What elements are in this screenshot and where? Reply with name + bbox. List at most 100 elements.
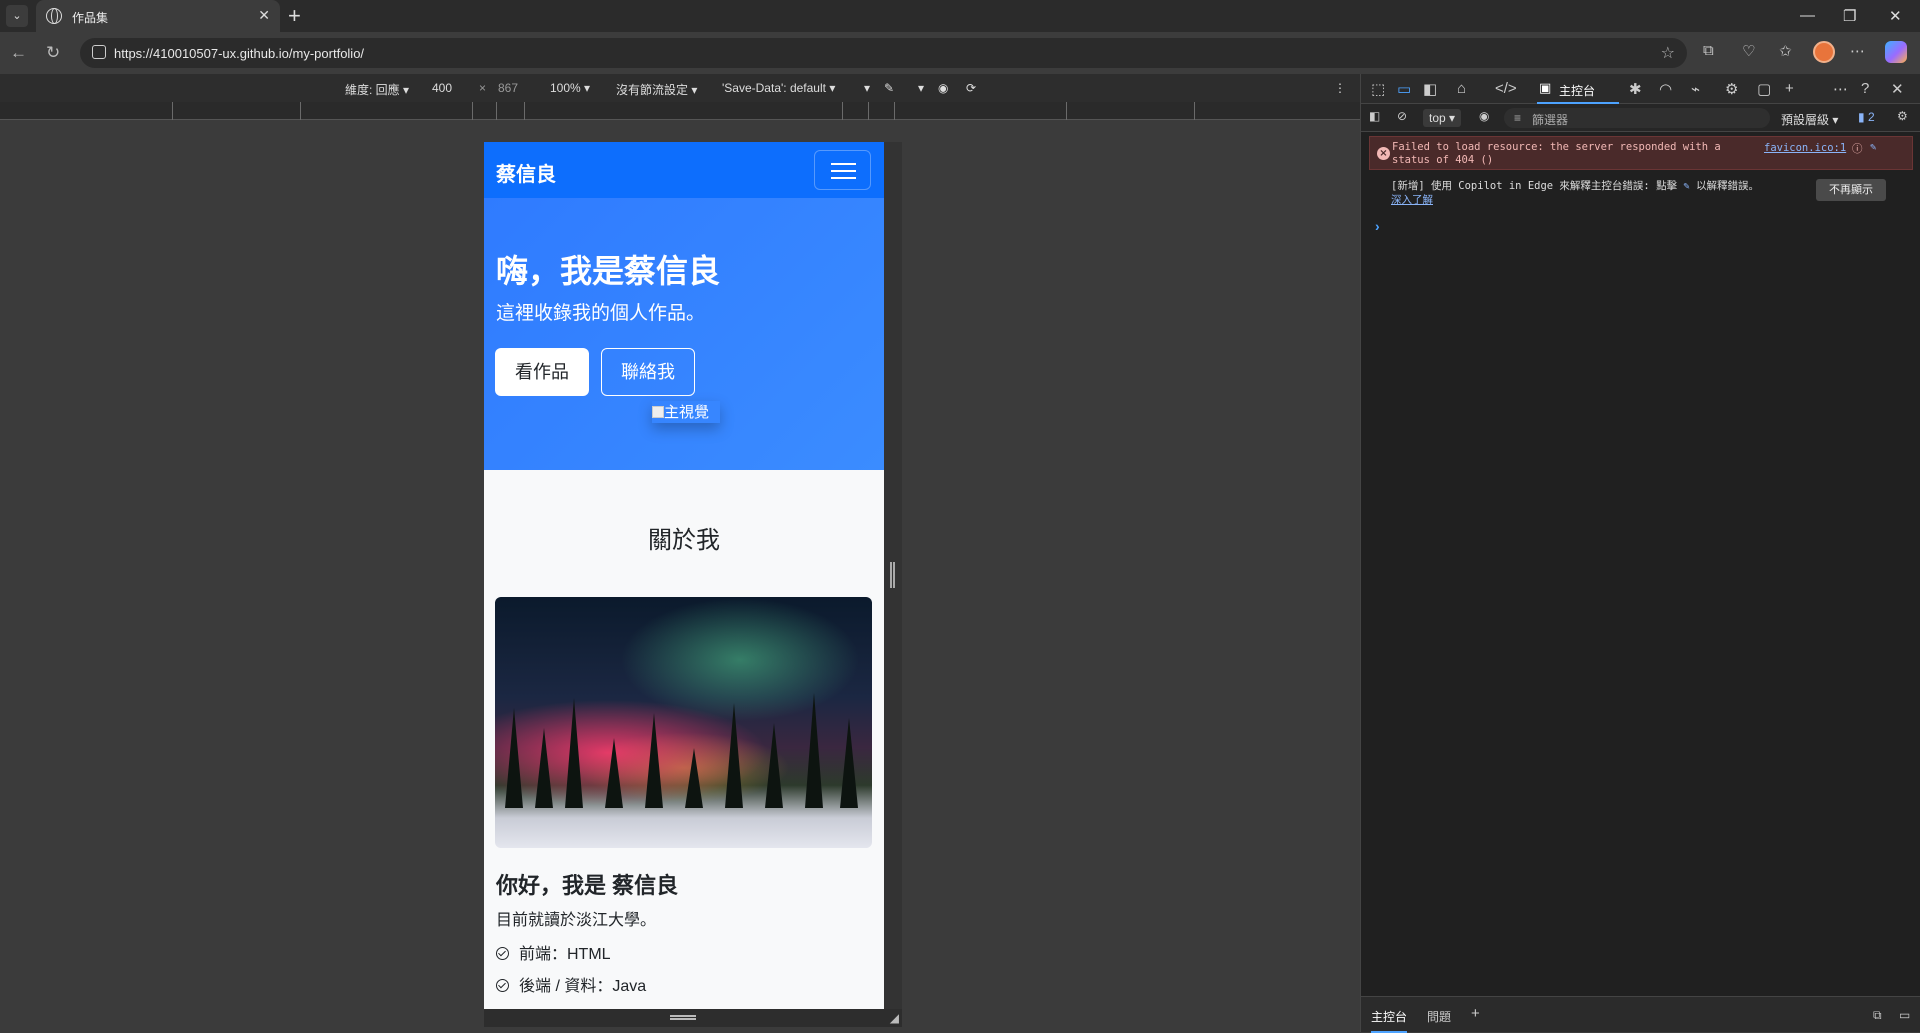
site-navbar: 蔡信良 — [484, 142, 884, 198]
address-bar[interactable]: https://410010507-ux.github.io/my-portfo… — [80, 38, 1687, 68]
zoom-select[interactable]: 100% ▾ — [550, 81, 590, 95]
check-circle-icon — [496, 979, 509, 992]
corner-resize-icon[interactable]: ◢ — [890, 1011, 899, 1025]
application-icon[interactable]: ▢ — [1757, 80, 1771, 98]
drawer-tab-console[interactable]: 主控台 — [1371, 1008, 1408, 1033]
network-wifi-icon[interactable]: ◠ — [1659, 80, 1672, 98]
back-icon[interactable]: ← — [10, 43, 27, 63]
dropdown-icon[interactable]: ▾ — [918, 81, 924, 95]
favorites-icon[interactable]: ✩ — [1779, 42, 1792, 60]
skill-label: 前端：HTML — [519, 946, 611, 963]
elements-icon[interactable]: </> — [1495, 80, 1517, 97]
browser-essentials-icon[interactable]: ♡ — [1742, 42, 1755, 60]
media-query-ruler — [0, 102, 1360, 120]
active-tab[interactable]: 作品集 ✕ — [36, 0, 280, 32]
hero-image-broken: 主視覺 — [652, 401, 720, 423]
refresh-icon[interactable]: ↻ — [46, 43, 60, 63]
devtools-panel: ⬚ ▭ ◧ ⌂ </> ▣ 主控台 ✱ ◠ ⌁ ⚙ ▢ + ⋯ ? ✕ ◧ ⊘ … — [1360, 74, 1920, 1033]
height-input[interactable]: 867 — [498, 81, 518, 95]
extensions-icon[interactable]: ⧉ — [1703, 42, 1714, 59]
sidebar-toggle-icon[interactable]: ◧ — [1369, 109, 1380, 123]
check-circle-icon — [496, 947, 509, 960]
more-menu-icon[interactable]: ⋯ — [1850, 42, 1865, 60]
favorite-star-icon[interactable]: ☆ — [1661, 43, 1675, 63]
copilot-icon[interactable] — [1885, 41, 1907, 63]
dimensions-select[interactable]: 維度: 回應 ▾ — [345, 81, 409, 98]
learn-more-link[interactable]: 深入了解 — [1391, 192, 1433, 207]
copilot-tip-message: [新增] 使用 Copilot in Edge 來解釋主控台錯誤: 點擊 ✎ 以… — [1391, 180, 1760, 192]
device-emulation-icon[interactable]: ▭ — [1397, 80, 1411, 98]
console-error-row: × Failed to load resource: the server re… — [1369, 136, 1913, 170]
eyedropper-icon[interactable]: ✎ — [884, 81, 894, 95]
throttling-select[interactable]: 沒有節流設定 ▾ — [616, 81, 697, 98]
aurora-photo — [495, 597, 872, 848]
performance-icon[interactable]: ⌁ — [1691, 80, 1700, 98]
help-icon[interactable]: ? — [1861, 80, 1869, 97]
new-tab-icon[interactable]: + — [288, 3, 301, 29]
restore-icon[interactable]: ❐ — [1843, 7, 1856, 25]
navbar-toggler-button[interactable] — [814, 150, 871, 190]
resize-grip-icon[interactable] — [670, 1015, 696, 1020]
hero-heading: 嗨，我是蔡信良 — [496, 253, 721, 289]
hero-image-alt: 主視覺 — [664, 404, 710, 421]
drawer-tab-issues[interactable]: 問題 — [1427, 1008, 1451, 1025]
close-tab-icon[interactable]: ✕ — [258, 7, 270, 24]
console-settings-icon[interactable]: ⚙ — [1897, 109, 1908, 123]
address-toolbar: ← ↻ https://410010507-ux.github.io/my-po… — [0, 32, 1920, 74]
tab-console[interactable]: ▣ 主控台 — [1537, 74, 1619, 104]
dont-show-again-button[interactable]: 不再顯示 — [1816, 179, 1886, 201]
welcome-home-icon[interactable]: ⌂ — [1457, 80, 1466, 97]
viewport-bottom-resizer[interactable]: ◢ — [484, 1009, 902, 1027]
contact-button[interactable]: 聯絡我 — [601, 348, 695, 396]
info-icon[interactable]: ⓘ — [1852, 141, 1863, 156]
globe-icon — [46, 8, 62, 24]
devtools-drawer: 主控台 問題 + ⧉ ▭ — [1361, 996, 1920, 1033]
save-data-select[interactable]: 'Save-Data': default ▾ — [722, 81, 835, 95]
close-window-icon[interactable]: ✕ — [1889, 7, 1902, 25]
dock-icon[interactable]: ◧ — [1423, 80, 1437, 98]
error-message: Failed to load resource: the server resp… — [1392, 141, 1721, 166]
devtools-tabbar: ⬚ ▭ ◧ ⌂ </> ▣ 主控台 ✱ ◠ ⌁ ⚙ ▢ + ⋯ ? ✕ — [1361, 74, 1920, 104]
url-text: https://410010507-ux.github.io/my-portfo… — [114, 46, 365, 61]
about-section-title: 關於我 — [648, 527, 720, 554]
drawer-add-icon[interactable]: + — [1471, 1005, 1480, 1022]
hero-section: 嗨，我是蔡信良 這裡收錄我的個人作品。 看作品 聯絡我 主視覺 — [484, 198, 884, 470]
vision-icon[interactable]: ◉ — [938, 81, 948, 95]
customize-more-icon[interactable]: ⋯ — [1833, 80, 1848, 98]
drawer-close-icon[interactable]: ▭ — [1899, 1008, 1910, 1022]
copilot-icon: ✎ — [1683, 180, 1690, 192]
tab-strip: ⌄ 作品集 ✕ + — ❐ ✕ — [0, 0, 1920, 32]
context-select[interactable]: top ▾ — [1423, 109, 1462, 127]
drawer-dock-icon[interactable]: ⧉ — [1873, 1008, 1882, 1023]
width-input[interactable]: 400 — [432, 81, 452, 95]
filter-icon: ≡ — [1514, 111, 1522, 125]
minimize-icon[interactable]: — — [1800, 7, 1815, 24]
tab-actions-menu-button[interactable]: ⌄ — [6, 5, 28, 27]
sources-bug-icon[interactable]: ✱ — [1629, 80, 1642, 98]
inspect-icon[interactable]: ⬚ — [1371, 80, 1385, 98]
site-brand[interactable]: 蔡信良 — [496, 158, 556, 187]
more-tools-plus-icon[interactable]: + — [1785, 80, 1794, 97]
copilot-explain-icon[interactable]: ✎ — [1870, 141, 1876, 153]
console-icon: ▣ — [1539, 80, 1552, 95]
device-more-icon[interactable]: ⋮ — [1334, 81, 1346, 95]
view-works-button[interactable]: 看作品 — [495, 348, 589, 396]
settings-gear-icon[interactable]: ⚙ — [1725, 80, 1738, 98]
about-heading: 你好，我是 蔡信良 — [496, 873, 679, 898]
console-filter-input[interactable]: ≡ 篩選器 — [1504, 108, 1770, 128]
error-source-link[interactable]: favicon.ico:1 — [1764, 142, 1846, 154]
dropdown-icon[interactable]: ▾ — [864, 81, 870, 95]
hamburger-icon — [831, 163, 856, 165]
close-devtools-icon[interactable]: ✕ — [1891, 80, 1904, 98]
live-expression-eye-icon[interactable]: ◉ — [1479, 109, 1489, 123]
clear-console-icon[interactable]: ⊘ — [1397, 109, 1407, 123]
site-info-icon[interactable] — [92, 45, 106, 59]
console-prompt-icon[interactable]: › — [1375, 218, 1380, 234]
resize-handle-icon[interactable] — [890, 562, 895, 588]
log-levels-select[interactable]: 預設層級 ▾ — [1781, 111, 1838, 128]
issues-counter[interactable]: ▮ 2 — [1858, 110, 1875, 124]
rotate-icon[interactable]: ⟳ — [966, 81, 976, 95]
profile-avatar[interactable] — [1813, 41, 1835, 63]
error-icon: × — [1377, 147, 1390, 160]
emulated-viewport: 蔡信良 嗨，我是蔡信良 這裡收錄我的個人作品。 看作品 聯絡我 主視覺 關於我 … — [484, 142, 884, 1009]
